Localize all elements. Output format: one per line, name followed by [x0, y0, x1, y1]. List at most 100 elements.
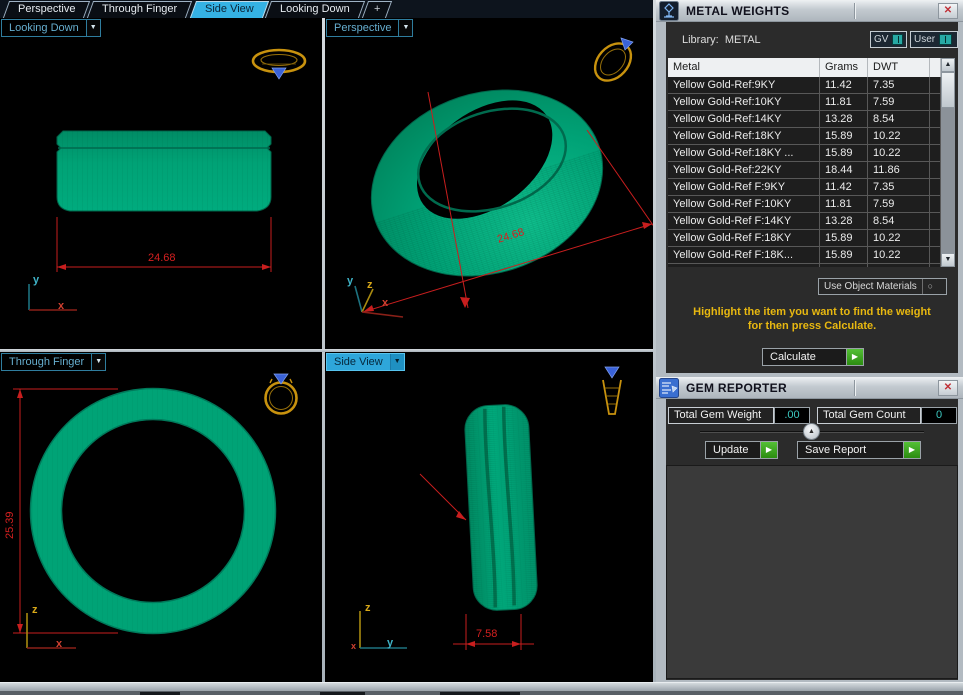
cell-grams: 11.81	[820, 94, 868, 110]
scroll-up-icon[interactable]: ▲	[941, 58, 955, 72]
user-button[interactable]: User	[910, 31, 958, 48]
tab-through-finger[interactable]: Through Finger	[87, 1, 192, 18]
plus-icon: +	[374, 2, 380, 17]
viewport-through-finger[interactable]: Through Finger ▼	[0, 352, 322, 682]
viewport-view-selector[interactable]: Looking Down ▼	[1, 19, 101, 37]
add-viewport-tab-button[interactable]: +	[362, 1, 393, 18]
cell-dwt: 7.35	[868, 77, 930, 93]
cell-grams: 15.89	[820, 145, 868, 161]
bottom-edge-strip	[0, 691, 963, 695]
status-bar	[0, 682, 963, 691]
gem-reporter-titlebar[interactable]: GEM REPORTER ✕	[656, 377, 963, 399]
titlebar-divider	[854, 380, 856, 396]
cell-filler	[930, 94, 941, 110]
table-row[interactable]: Yellow Gold-Ref F:18K...15.8910.22	[668, 247, 941, 264]
total-gem-weight-value: .00	[774, 407, 810, 424]
cell-filler	[930, 77, 941, 93]
ring-thumbnail-icon	[266, 374, 297, 414]
table-row[interactable]: Yellow Gold-Ref:18KY ...15.8910.22	[668, 145, 941, 162]
tab-perspective[interactable]: Perspective	[3, 1, 91, 18]
viewport-canvas[interactable]	[0, 352, 322, 682]
scrollbar-thumb[interactable]	[941, 72, 955, 108]
viewport-view-selector[interactable]: Side View ▼	[326, 353, 405, 371]
save-report-button[interactable]: Save Report ▶	[797, 441, 921, 459]
viewport-perspective[interactable]: Perspective ▼	[325, 18, 653, 349]
collapse-up-icon[interactable]: ▲	[803, 423, 820, 440]
cell-metal: Yellow Gold-Ref F:14KY	[668, 213, 820, 229]
chevron-down-icon[interactable]: ▼	[398, 20, 412, 36]
cell-grams: 18.44	[820, 264, 868, 267]
gv-button[interactable]: GV	[870, 31, 907, 48]
table-row[interactable]: Yellow Gold-Ref F:22KY18.4411.86	[668, 264, 941, 267]
chevron-down-icon[interactable]: ▼	[86, 20, 100, 36]
side-panel: METAL WEIGHTS ✕ Library: METAL GV User	[656, 0, 963, 682]
cell-dwt: 7.59	[868, 94, 930, 110]
tab-label: Through Finger	[102, 2, 177, 17]
table-row[interactable]: Yellow Gold-Ref:22KY18.4411.86	[668, 162, 941, 179]
ring-inner-edge	[62, 420, 245, 603]
tab-label: Side View	[205, 2, 254, 17]
play-icon: ▶	[760, 442, 777, 458]
table-row[interactable]: Yellow Gold-Ref:18KY15.8910.22	[668, 128, 941, 145]
use-object-materials-button[interactable]: Use Object Materials ○	[818, 278, 947, 295]
viewport-canvas[interactable]	[0, 18, 322, 349]
table-body: Yellow Gold-Ref:9KY11.427.35 Yellow Gold…	[668, 77, 941, 267]
table-row[interactable]: Yellow Gold-Ref:10KY11.817.59	[668, 94, 941, 111]
chevron-down-icon[interactable]: ▼	[91, 354, 105, 370]
table-row[interactable]: Yellow Gold-Ref F:10KY11.817.59	[668, 196, 941, 213]
gem-report-area[interactable]	[666, 465, 958, 679]
calculate-button[interactable]: Calculate ▶	[762, 348, 864, 366]
table-row[interactable]: Yellow Gold-Ref:14KY13.288.54	[668, 111, 941, 128]
cell-filler	[930, 196, 941, 212]
cell-dwt: 11.86	[868, 264, 930, 267]
viewport-view-selector[interactable]: Perspective ▼	[326, 19, 413, 37]
cell-metal: Yellow Gold-Ref:14KY	[668, 111, 820, 127]
close-icon[interactable]: ✕	[938, 3, 958, 19]
cell-grams: 15.89	[820, 230, 868, 246]
viewport-canvas[interactable]	[325, 18, 653, 349]
tab-looking-down[interactable]: Looking Down	[265, 1, 365, 18]
cell-metal: Yellow Gold-Ref F:18KY	[668, 230, 820, 246]
play-icon: ▶	[846, 349, 863, 365]
chevron-down-icon[interactable]: ▼	[390, 354, 404, 370]
save-report-button-label: Save Report	[798, 442, 903, 458]
gem-reporter-icon	[659, 378, 679, 398]
close-icon[interactable]: ✕	[938, 380, 958, 396]
axis-y-label: y	[387, 637, 393, 649]
viewport-side-view[interactable]: Side View ▼	[325, 352, 653, 682]
cell-filler	[930, 128, 941, 144]
user-indicator-icon	[939, 34, 952, 45]
update-button[interactable]: Update ▶	[705, 441, 778, 459]
tab-label: Looking Down	[280, 2, 350, 17]
library-label-text: Library:	[682, 34, 719, 46]
update-button-label: Update	[706, 442, 760, 458]
axis-x-label: x	[382, 297, 388, 309]
cell-filler	[930, 162, 941, 178]
tab-side-view[interactable]: Side View	[190, 1, 269, 18]
scrollbar-track[interactable]	[941, 72, 955, 253]
table-row[interactable]: Yellow Gold-Ref F:18KY15.8910.22	[668, 230, 941, 247]
cell-grams: 18.44	[820, 162, 868, 178]
instruction-text-line1: Highlight the item you want to find the …	[666, 306, 958, 319]
metal-weights-table: Metal Grams DWT Yellow Gold-Ref:9KY11.42…	[668, 58, 955, 267]
viewport-label: Looking Down	[2, 20, 86, 36]
cell-grams: 13.28	[820, 213, 868, 229]
dimension-value: 25.39	[4, 511, 16, 539]
table-row[interactable]: Yellow Gold-Ref F:9KY11.427.35	[668, 179, 941, 196]
viewport-looking-down[interactable]: Looking Down ▼	[0, 18, 322, 349]
cell-filler	[930, 230, 941, 246]
axis-x-label: x	[351, 641, 356, 651]
cell-metal: Yellow Gold-Ref:22KY	[668, 162, 820, 178]
cell-dwt: 7.35	[868, 179, 930, 195]
ring-thumbnail-icon	[603, 367, 621, 414]
viewport-view-selector[interactable]: Through Finger ▼	[1, 353, 106, 371]
play-icon: ▶	[903, 442, 920, 458]
table-row[interactable]: Yellow Gold-Ref:9KY11.427.35	[668, 77, 941, 94]
panel-title: GEM REPORTER	[686, 381, 787, 395]
table-row[interactable]: Yellow Gold-Ref F:14KY13.288.54	[668, 213, 941, 230]
table-scrollbar[interactable]: ▲ ▼	[941, 58, 955, 267]
cell-metal: Yellow Gold-Ref:18KY	[668, 128, 820, 144]
total-gem-weight-label: Total Gem Weight	[668, 407, 774, 424]
metal-weights-titlebar[interactable]: METAL WEIGHTS ✕	[656, 0, 963, 22]
scroll-down-icon[interactable]: ▼	[941, 253, 955, 267]
